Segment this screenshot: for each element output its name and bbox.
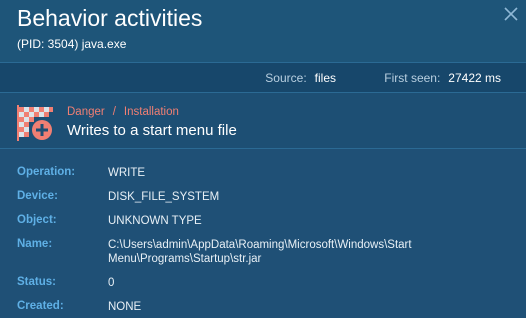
dialog-header: Behavior activities (PID: 3504) java.exe — [0, 0, 526, 62]
name-label: Name: — [17, 238, 53, 250]
tag-separator: / — [112, 106, 116, 118]
event-summary: Danger / Installation Writes to a start me… — [0, 93, 526, 149]
created-label: Created: — [17, 300, 64, 312]
process-subtitle: (PID: 3504) java.exe — [17, 37, 127, 51]
category-label: Installation — [123, 106, 179, 118]
operation-value: WRITE — [108, 167, 146, 179]
source-label: Source: — [265, 71, 307, 85]
object-label: Object: — [17, 214, 57, 226]
severity-label: Danger — [67, 106, 105, 118]
danger-flag-add-icon — [17, 105, 53, 141]
close-button[interactable] — [503, 6, 519, 22]
device-value: DISK_FILE_SYSTEM — [108, 191, 220, 203]
first-seen-value: 27422 ms — [448, 71, 501, 85]
details-table: Operation: WRITE Device: DISK_FILE_SYSTE… — [0, 149, 526, 318]
event-title: Writes to a start menu file — [67, 122, 237, 139]
first-seen-label: First seen: — [384, 71, 441, 85]
object-value: UNKNOWN TYPE — [108, 215, 202, 227]
first-seen-info: First seen: 27422 ms — [384, 71, 501, 85]
operation-label: Operation: — [17, 166, 76, 178]
status-value: 0 — [108, 277, 115, 289]
source-info: Source: files — [265, 71, 336, 85]
status-label: Status: — [17, 276, 56, 288]
event-tags: Danger / Installation — [67, 106, 179, 118]
behavior-activities-dialog: Behavior activities (PID: 3504) java.exe… — [0, 0, 526, 318]
source-value: files — [314, 71, 336, 85]
close-icon — [504, 7, 518, 21]
meta-bar: Source: files First seen: 27422 ms — [0, 62, 526, 93]
created-value: NONE — [108, 301, 142, 313]
name-value: C:\Users\admin\AppData\Roaming\Microsoft… — [108, 239, 412, 265]
device-label: Device: — [17, 190, 58, 202]
dialog-title: Behavior activities — [17, 5, 203, 31]
